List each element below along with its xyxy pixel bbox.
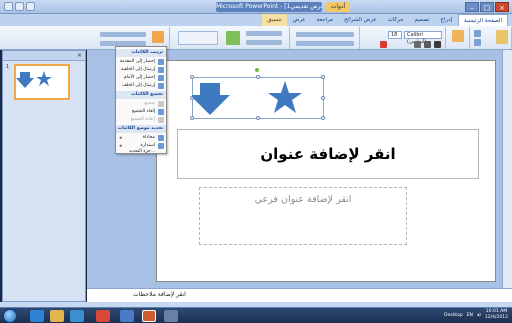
internet-explorer-icon[interactable] bbox=[30, 310, 44, 322]
font-group: Calibri (أساسي) 18 bbox=[360, 27, 446, 49]
rotation-handle[interactable] bbox=[255, 68, 259, 72]
copy-icon[interactable] bbox=[474, 39, 481, 46]
new-slide-icon[interactable] bbox=[452, 30, 464, 42]
menu-item-bring-to-front[interactable]: إحضار إلى المقدمة bbox=[116, 58, 166, 66]
subtitle-placeholder-text: انقر لإضافة عنوان فرعي bbox=[254, 194, 352, 205]
paragraph-group bbox=[290, 27, 360, 49]
app-icon[interactable] bbox=[164, 310, 178, 322]
window-title: Microsoft PowerPoint - [عرض تقديمي1] bbox=[216, 2, 322, 12]
slide-shapes bbox=[192, 81, 302, 115]
ribbon-body: Calibri (أساسي) 18 bbox=[0, 26, 512, 50]
office-button-icon[interactable] bbox=[4, 2, 13, 11]
menu-item-selection-pane[interactable]: جزء التحديد... bbox=[116, 148, 166, 155]
slide-thumbnail[interactable] bbox=[14, 64, 70, 100]
paste-icon[interactable] bbox=[496, 30, 508, 44]
tab-animations[interactable]: حركات bbox=[383, 14, 409, 26]
star-icon[interactable] bbox=[268, 81, 302, 113]
thumbnail-number: 1 bbox=[6, 64, 10, 70]
tab-view[interactable]: عرض bbox=[288, 14, 311, 26]
menu-header-group: تجميع الكائنات bbox=[116, 91, 166, 99]
notes-placeholder: انقر لإضافة ملاحظات bbox=[133, 291, 186, 298]
slides-pane-tabs bbox=[3, 51, 85, 61]
italic-icon[interactable] bbox=[424, 41, 431, 48]
chrome-icon[interactable] bbox=[96, 310, 110, 322]
find-replace-controls bbox=[100, 32, 146, 37]
tab-design[interactable]: تصميم bbox=[410, 14, 435, 26]
menu-item-send-backward[interactable]: إرسال إلى الخلف bbox=[116, 82, 166, 90]
notes-pane[interactable]: انقر لإضافة ملاحظات bbox=[87, 288, 512, 302]
paragraph-controls bbox=[296, 32, 354, 37]
star-icon bbox=[36, 71, 52, 86]
tab-format[interactable]: تنسيق bbox=[262, 14, 287, 26]
slide[interactable]: انقر لإضافة عنوان انقر لإضافة عنوان فرعي bbox=[156, 60, 496, 282]
menu-item-group[interactable]: تجميع bbox=[116, 100, 166, 108]
shape-effects-controls bbox=[246, 40, 282, 45]
ribbon-tabs: الصفحة الرئيسية إدراج تصميم حركات عرض ال… bbox=[0, 14, 512, 26]
menu-item-ungroup[interactable]: إلغاء التجميع bbox=[116, 108, 166, 116]
start-button[interactable] bbox=[3, 309, 17, 323]
tab-home[interactable]: الصفحة الرئيسية bbox=[458, 14, 508, 26]
close-button[interactable]: × bbox=[495, 2, 509, 12]
drawing-tools-context-label: أدوات الرسم bbox=[326, 2, 350, 20]
font-name-select[interactable]: Calibri (أساسي) bbox=[404, 31, 442, 45]
alignment-controls bbox=[296, 41, 354, 46]
slides-pane: × 1 bbox=[2, 50, 86, 302]
desktop-toolbar[interactable]: Desktop bbox=[444, 313, 463, 318]
subtitle-placeholder[interactable]: انقر لإضافة عنوان فرعي bbox=[199, 187, 407, 245]
menu-item-send-to-back[interactable]: إرسال إلى الخلفية bbox=[116, 66, 166, 74]
title-placeholder-text: انقر لإضافة عنوان bbox=[260, 145, 396, 163]
shape-style-controls bbox=[246, 31, 282, 36]
save-icon[interactable] bbox=[15, 2, 24, 11]
tab-slide-show[interactable]: عرض الشرائح bbox=[339, 14, 381, 26]
cut-icon[interactable] bbox=[474, 30, 481, 37]
word-icon[interactable] bbox=[120, 310, 134, 322]
system-tray: Desktop EN ◂) 10:01 AM 12/4/2012 bbox=[444, 309, 508, 321]
font-size-select[interactable]: 18 bbox=[388, 31, 402, 39]
minimize-button[interactable]: – bbox=[465, 2, 479, 12]
clock-date: 12/4/2012 bbox=[484, 315, 508, 320]
underline-icon[interactable] bbox=[414, 41, 421, 48]
vertical-scrollbar[interactable] bbox=[502, 50, 512, 288]
media-player-icon[interactable] bbox=[70, 310, 84, 322]
clipboard-group bbox=[470, 27, 512, 49]
font-color-icon[interactable] bbox=[380, 41, 387, 48]
language-indicator[interactable]: EN bbox=[467, 313, 473, 318]
down-arrow-icon[interactable] bbox=[192, 83, 230, 115]
quick-access-toolbar bbox=[4, 2, 35, 11]
down-arrow-icon bbox=[16, 72, 34, 88]
clock[interactable]: 10:01 AM 12/4/2012 bbox=[485, 309, 508, 321]
title-placeholder[interactable]: انقر لإضافة عنوان bbox=[177, 129, 479, 179]
arrange-dropdown-menu: ترتيب الكائنات إحضار إلى المقدمة إرسال إ… bbox=[115, 46, 167, 154]
bold-icon[interactable] bbox=[434, 41, 441, 48]
slides-group bbox=[446, 27, 470, 49]
title-bar: Microsoft PowerPoint - [عرض تقديمي1] أدو… bbox=[0, 0, 512, 20]
menu-header-order: ترتيب الكائنات bbox=[116, 49, 166, 57]
menu-item-regroup[interactable]: إعادة التجميع bbox=[116, 116, 166, 124]
menu-item-bring-forward[interactable]: إحضار إلى الأمام bbox=[116, 74, 166, 82]
volume-icon[interactable]: ◂) bbox=[477, 313, 481, 318]
arrange-icon[interactable] bbox=[226, 31, 240, 45]
submenu-arrow-icon: ◂ bbox=[119, 135, 122, 141]
menu-item-align[interactable]: ◂ محاذاة bbox=[116, 134, 166, 142]
tab-insert[interactable]: إدراج bbox=[435, 14, 457, 26]
undo-icon[interactable] bbox=[26, 2, 35, 11]
menu-header-position: تحديد موضع الكائنات bbox=[116, 125, 166, 133]
arrange-button-icon[interactable] bbox=[152, 31, 164, 43]
close-icon[interactable]: × bbox=[77, 52, 82, 59]
file-explorer-icon[interactable] bbox=[50, 310, 64, 322]
maximize-button[interactable]: □ bbox=[480, 2, 494, 12]
tab-review[interactable]: مراجعة bbox=[312, 14, 339, 26]
taskbar: Desktop EN ◂) 10:01 AM 12/4/2012 bbox=[0, 307, 512, 323]
drawing-group bbox=[170, 27, 290, 49]
shapes-gallery[interactable] bbox=[178, 31, 218, 45]
thumbnail-shapes bbox=[16, 71, 52, 88]
powerpoint-icon[interactable] bbox=[142, 310, 156, 322]
window-controls: – □ × bbox=[465, 2, 509, 12]
clock-time: 10:01 AM bbox=[485, 309, 508, 314]
